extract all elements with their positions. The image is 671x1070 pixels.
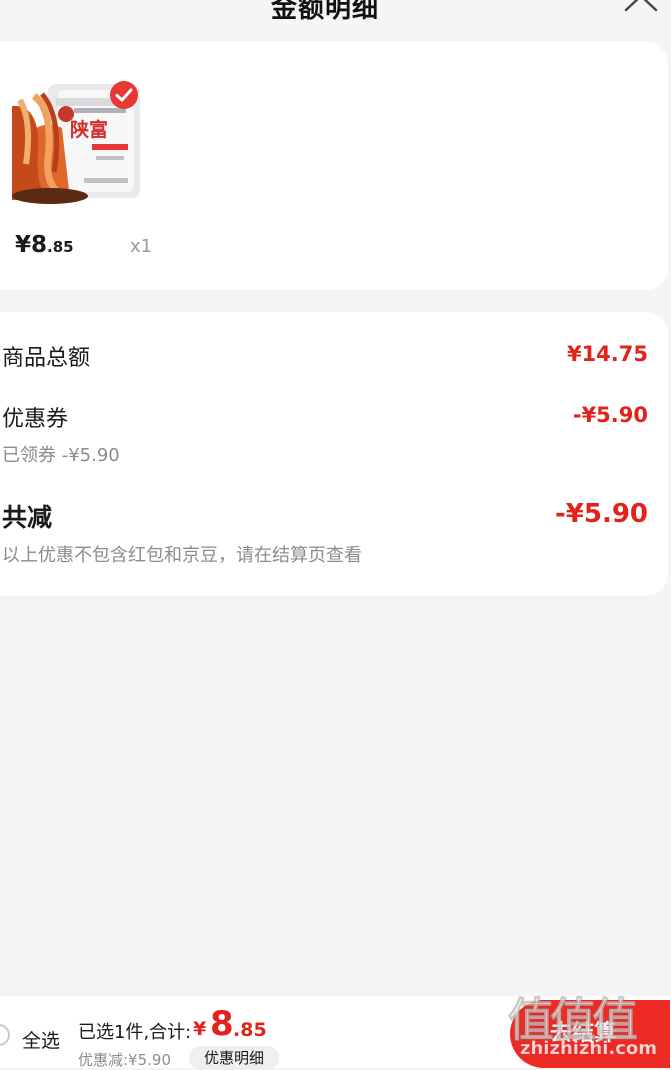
svg-text:陕富: 陕富 bbox=[70, 118, 108, 141]
total-reduce-value: -¥5.90 bbox=[554, 499, 648, 529]
product-price-int: ¥8 bbox=[15, 232, 48, 258]
discount-detail-button[interactable]: 优惠明细 bbox=[189, 1046, 279, 1070]
total-price-int: 8 bbox=[210, 1004, 234, 1044]
total-price-currency: ¥ bbox=[193, 1018, 207, 1040]
selected-count-text: 已选1件,合计: bbox=[78, 1022, 192, 1043]
product-price-dec: .85 bbox=[47, 238, 74, 256]
close-icon[interactable] bbox=[624, 0, 658, 12]
select-all-label[interactable]: 全选 bbox=[22, 1026, 60, 1053]
total-price-dec: .85 bbox=[233, 1019, 267, 1041]
discount-note: 以上优惠不包含红包和京豆，请在结算页查看 bbox=[2, 545, 362, 566]
discount-summary-text: 优惠减:¥5.90 bbox=[78, 1051, 171, 1069]
check-circle-icon[interactable] bbox=[109, 80, 139, 110]
page-title: 金额明细 bbox=[270, 0, 379, 24]
total-reduce-label: 共减 bbox=[2, 503, 53, 532]
product-price: ¥8.85 bbox=[15, 232, 74, 258]
coupon-claimed-text: 已领券 -¥5.90 bbox=[2, 445, 120, 466]
goods-total-value: ¥14.75 bbox=[566, 342, 648, 366]
header: 金额明细 bbox=[0, 0, 671, 40]
checkout-button[interactable]: 去结算 bbox=[510, 1000, 670, 1068]
coupon-label: 优惠券 bbox=[2, 407, 69, 432]
coupon-value: -¥5.90 bbox=[572, 403, 648, 427]
product-quantity: x1 bbox=[130, 236, 153, 257]
goods-total-label: 商品总额 bbox=[2, 346, 91, 371]
